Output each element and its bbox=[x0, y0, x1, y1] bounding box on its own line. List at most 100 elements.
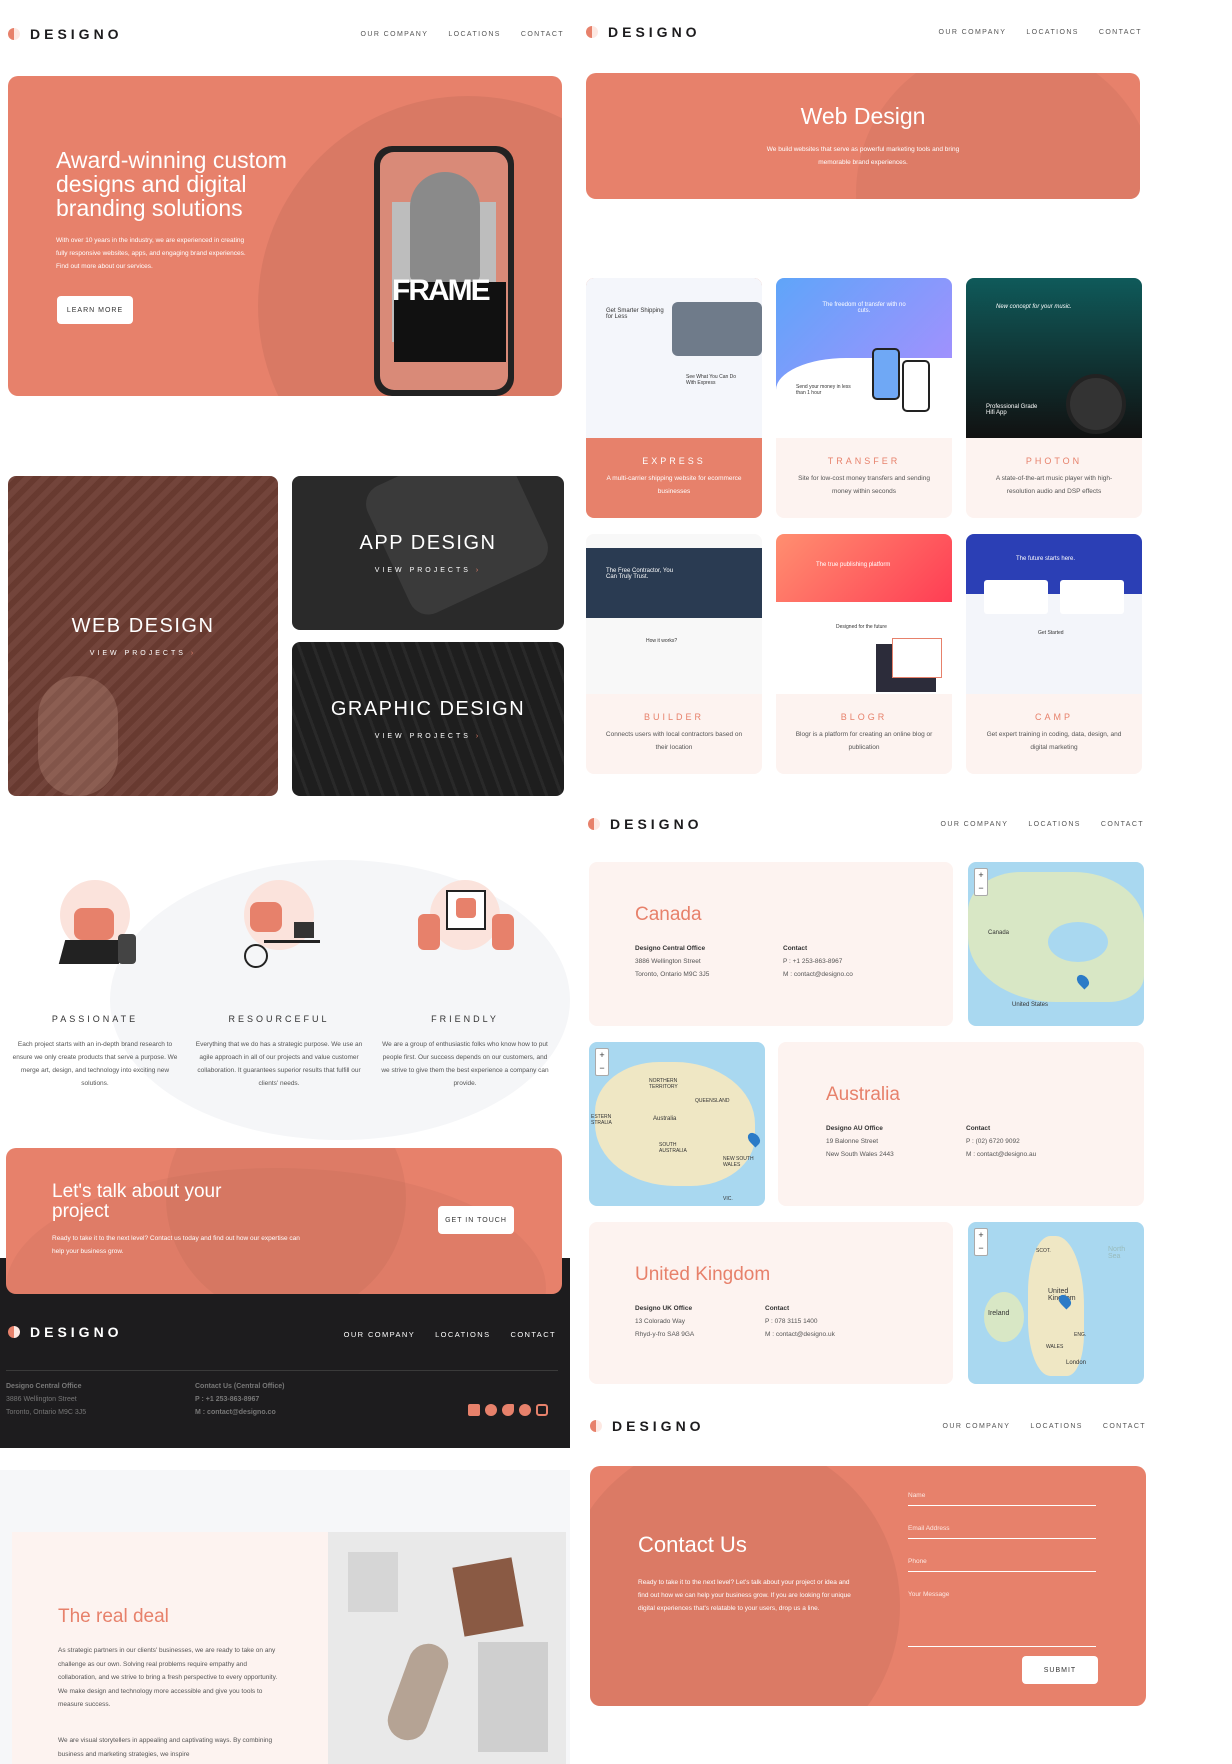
webdesign-hero: Web Design We build websites that serve … bbox=[586, 73, 1140, 199]
footer-logo[interactable]: DESIGNO bbox=[8, 1324, 123, 1340]
logo[interactable]: DESIGNO bbox=[590, 1418, 705, 1434]
card-app-design[interactable]: APP DESIGN VIEW PROJECTS › bbox=[292, 476, 564, 630]
project-photon[interactable]: New concept for your music. Professional… bbox=[966, 278, 1142, 518]
logo-mark-icon bbox=[8, 28, 20, 40]
project-screenshot: The future starts here. Get Started bbox=[966, 534, 1142, 694]
value-friendly: FRIENDLY We are a group of enthusiastic … bbox=[380, 870, 550, 1090]
get-in-touch-button[interactable]: GET IN TOUCH bbox=[438, 1206, 514, 1234]
instagram-icon[interactable] bbox=[536, 1404, 548, 1416]
youtube-icon[interactable] bbox=[485, 1404, 497, 1416]
card-web-design-title: WEB DESIGN bbox=[71, 615, 215, 637]
project-name: PHOTON bbox=[1025, 456, 1083, 466]
location-office: Designo Central Office 3886 Wellington St… bbox=[635, 945, 710, 978]
project-screenshot: New concept for your music. Professional… bbox=[966, 278, 1142, 438]
cta-text: Ready to take it to the next level? Cont… bbox=[52, 1235, 300, 1255]
footer-nav-our-company[interactable]: OUR COMPANY bbox=[344, 1330, 416, 1339]
real-deal-p1: As strategic partners in our clients' bu… bbox=[58, 1647, 278, 1708]
real-deal-title: The real deal bbox=[58, 1606, 169, 1627]
header-locations: DESIGNO OUR COMPANY LOCATIONS CONTACT bbox=[588, 816, 1144, 832]
map-canada[interactable]: Canada United States + − bbox=[968, 862, 1144, 1026]
footer-nav-locations[interactable]: LOCATIONS bbox=[435, 1330, 490, 1339]
location-contact: Contact P : +1 253-863-8967 M : contact@de… bbox=[783, 945, 853, 978]
project-name: TRANSFER bbox=[827, 456, 901, 466]
project-desc: Blogr is a platform for creating an onli… bbox=[795, 731, 933, 751]
zoom-in-button[interactable]: + bbox=[596, 1049, 608, 1062]
resourceful-illustration-icon bbox=[224, 870, 334, 980]
value-title: FRIENDLY bbox=[431, 1014, 499, 1024]
real-deal-image bbox=[328, 1532, 566, 1764]
message-field[interactable]: Your Message bbox=[908, 1591, 1096, 1647]
map-uk[interactable]: Ireland United Kingdom North Sea ENG. SC… bbox=[968, 1222, 1144, 1384]
social-links bbox=[468, 1404, 548, 1416]
project-builder[interactable]: The Free Contractor, You Can Truly Trust… bbox=[586, 534, 762, 774]
project-express[interactable]: Get Smarter Shipping for Less See What Y… bbox=[586, 278, 762, 518]
zoom-out-button[interactable]: − bbox=[975, 882, 987, 895]
logo[interactable]: DESIGNO bbox=[8, 26, 123, 42]
hero-text: With over 10 years in the industry, we a… bbox=[56, 237, 246, 270]
card-web-design-link[interactable]: VIEW PROJECTS › bbox=[90, 650, 196, 657]
card-app-design-link[interactable]: VIEW PROJECTS › bbox=[375, 567, 481, 574]
name-field[interactable]: Name bbox=[908, 1492, 1096, 1506]
twitter-icon[interactable] bbox=[502, 1404, 514, 1416]
header-webdesign: DESIGNO OUR COMPANY LOCATIONS CONTACT bbox=[586, 24, 1142, 40]
card-web-design[interactable]: WEB DESIGN VIEW PROJECTS › bbox=[8, 476, 278, 796]
nav-contact[interactable]: CONTACT bbox=[521, 31, 564, 38]
phone-frame-word: FRAME bbox=[392, 274, 491, 307]
location-title: United Kingdom bbox=[635, 1264, 771, 1285]
location-contact: Contact P : (02) 6720 9092 M : contact@des… bbox=[966, 1125, 1037, 1158]
logo-text: DESIGNO bbox=[30, 26, 123, 42]
location-office: Designo UK Office 13 Colorado Way Rhyd-y-f… bbox=[635, 1305, 695, 1338]
friendly-illustration-icon bbox=[410, 870, 520, 980]
logo[interactable]: DESIGNO bbox=[588, 816, 703, 832]
card-graphic-design-link[interactable]: VIEW PROJECTS › bbox=[375, 733, 481, 740]
zoom-in-button[interactable]: + bbox=[975, 869, 987, 882]
hero-title: Award-winning custom designs and digital… bbox=[56, 147, 287, 221]
nav-locations[interactable]: LOCATIONS bbox=[448, 31, 501, 38]
nav-our-company[interactable]: OUR COMPANY bbox=[361, 31, 429, 38]
nav-our-company[interactable]: OUR COMPANY bbox=[941, 821, 1009, 828]
location-title: Canada bbox=[635, 904, 702, 925]
project-name: CAMP bbox=[1034, 712, 1073, 722]
pinterest-icon[interactable] bbox=[519, 1404, 531, 1416]
nav-our-company[interactable]: OUR COMPANY bbox=[939, 29, 1007, 36]
project-desc: A multi-carrier shipping website for eco… bbox=[606, 475, 742, 495]
nav-locations[interactable]: LOCATIONS bbox=[1030, 1423, 1083, 1430]
project-name: BUILDER bbox=[643, 712, 704, 722]
real-deal-p2: We are visual storytellers in appealing … bbox=[58, 1737, 273, 1758]
location-office: Designo AU Office 19 Balonne Street New So… bbox=[826, 1125, 894, 1158]
project-name: EXPRESS bbox=[642, 456, 706, 466]
phone-field[interactable]: Phone bbox=[908, 1558, 1096, 1572]
project-transfer[interactable]: The freedom of transfer with no cuts. Se… bbox=[776, 278, 952, 518]
logo[interactable]: DESIGNO bbox=[586, 24, 701, 40]
zoom-control[interactable]: + − bbox=[974, 1228, 988, 1256]
zoom-in-button[interactable]: + bbox=[975, 1229, 987, 1242]
value-passionate: PASSIONATE Each project starts with an i… bbox=[10, 870, 180, 1090]
project-screenshot: The true publishing platform Designed fo… bbox=[776, 534, 952, 694]
map-australia[interactable]: NORTHERN TERRITORY QUEENSLAND Australia … bbox=[589, 1042, 765, 1206]
nav-contact[interactable]: CONTACT bbox=[1103, 1423, 1146, 1430]
learn-more-button[interactable]: LEARN MORE bbox=[57, 296, 133, 324]
card-graphic-design[interactable]: GRAPHIC DESIGN VIEW PROJECTS › bbox=[292, 642, 564, 796]
nav-contact[interactable]: CONTACT bbox=[1099, 29, 1142, 36]
project-blogr[interactable]: The true publishing platform Designed fo… bbox=[776, 534, 952, 774]
submit-button[interactable]: SUBMIT bbox=[1022, 1656, 1098, 1684]
contact-title: Contact Us bbox=[638, 1532, 747, 1557]
footer-office: Designo Central Office 3886 Wellington S… bbox=[6, 1383, 87, 1416]
email-field[interactable]: Email Address bbox=[908, 1525, 1096, 1539]
zoom-control[interactable]: + − bbox=[595, 1048, 609, 1076]
project-camp[interactable]: The future starts here. Get Started CAMP… bbox=[966, 534, 1142, 774]
nav-locations[interactable]: LOCATIONS bbox=[1028, 821, 1081, 828]
value-text: We are a group of enthusiastic folks who… bbox=[381, 1041, 549, 1087]
nav-locations[interactable]: LOCATIONS bbox=[1026, 29, 1079, 36]
nav-our-company[interactable]: OUR COMPANY bbox=[943, 1423, 1011, 1430]
zoom-out-button[interactable]: − bbox=[975, 1242, 987, 1255]
card-app-design-title: APP DESIGN bbox=[359, 532, 497, 554]
header-contact: DESIGNO OUR COMPANY LOCATIONS CONTACT bbox=[590, 1418, 1146, 1434]
project-screenshot: The freedom of transfer with no cuts. Se… bbox=[776, 278, 952, 438]
footer-nav-contact[interactable]: CONTACT bbox=[511, 1330, 557, 1339]
facebook-icon[interactable] bbox=[468, 1404, 480, 1416]
nav-contact[interactable]: CONTACT bbox=[1101, 821, 1144, 828]
zoom-out-button[interactable]: − bbox=[596, 1062, 608, 1075]
footer-nav: OUR COMPANY LOCATIONS CONTACT bbox=[344, 1330, 556, 1339]
zoom-control[interactable]: + − bbox=[974, 868, 988, 896]
